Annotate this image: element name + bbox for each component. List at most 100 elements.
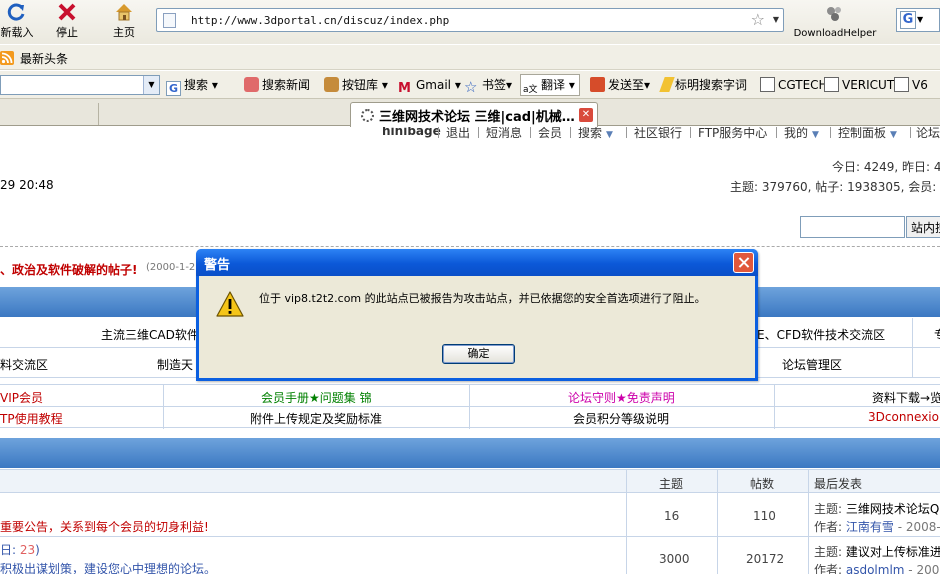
nav-logout[interactable]: 退出 (446, 127, 470, 139)
close-icon[interactable] (733, 252, 754, 273)
google-toolbar: ▼ G 搜索 ▾ 搜索新闻 按钮库 ▾ M Gmail ▾ ☆ 书签▾ a文 翻译 ▾ … (0, 71, 940, 99)
puzzle-icon (324, 77, 339, 92)
tab-forum[interactable]: 三维网技术论坛 三维|cad|机械… ✕ (350, 102, 598, 127)
ok-button[interactable]: 确定 (442, 344, 515, 364)
thread-table-header: 主题 帖数 最后发表 (0, 469, 940, 494)
nav-mine[interactable]: 我的 ▼ (784, 127, 819, 139)
home-icon (114, 2, 134, 22)
bookmark-latest-headlines[interactable]: 最新头条 (20, 50, 68, 67)
forum-search-button[interactable]: 站内搜 (906, 216, 940, 238)
tab-title: 三维网技术论坛 三维|cad|机械… (379, 110, 575, 125)
nav-ftp[interactable]: FTP服务中心 (698, 127, 767, 139)
last-post-topic: 主题: 三维网技术论坛Q( (814, 502, 940, 516)
col-posts: 帖数 (750, 477, 775, 491)
tab-close-icon[interactable]: ✕ (579, 108, 593, 122)
address-dropdown-icon[interactable]: ▼ (773, 15, 779, 24)
board-post-count: 20172 (746, 552, 785, 566)
category-admin[interactable]: 论坛管理区 (782, 356, 842, 373)
magnifier-icon (894, 77, 909, 92)
alert-dialog: 警告 位于 vip8.t2t2.com 的此站点已被报告为攻击站点，并已依据您的… (196, 249, 758, 381)
search-news-button[interactable]: 搜索新闻 (244, 76, 310, 94)
table-row: 重要公告，关系到每个会员的切身利益! 16 110 主题: 三维网技术论坛Q( … (0, 494, 940, 537)
nav-messages[interactable]: 短消息 (486, 127, 522, 139)
link-upload-rules[interactable]: 附件上传规定及奖励标准 (250, 410, 382, 427)
forum-top-nav: hinibage 退出 短消息 会员 搜索 ▼ 社区银行 FTP服务中心 我的 ▼ … (0, 127, 940, 139)
bookmarks-button[interactable]: ☆ 书签▾ (464, 76, 512, 96)
board-suggestion-title[interactable]: 积极出谋划策，建设您心中理想的论坛。 (0, 560, 216, 574)
forum-search-input[interactable] (800, 216, 905, 238)
loading-spinner-icon (361, 109, 374, 122)
nav-bank[interactable]: 社区银行 (634, 127, 682, 139)
v6-button[interactable]: V6 (894, 76, 928, 94)
link-member-handbook[interactable]: 会员手册★问题集 锦 (261, 389, 372, 406)
page-icon (163, 13, 176, 28)
rss-icon (0, 51, 14, 65)
last-post-topic: 主题: 建议对上传标准进 (814, 545, 940, 559)
cgtech-button[interactable]: CGTECH (760, 76, 828, 94)
google-search-box[interactable]: G ▼ (896, 8, 940, 32)
reload-button[interactable]: 新载入 (0, 2, 36, 40)
category-3d-cad[interactable]: 主流三维CAD软件 (101, 326, 199, 343)
board-announcement-title[interactable]: 重要公告，关系到每个会员的切身利益! (0, 518, 209, 535)
button-gallery-button[interactable]: 按钮库 ▾ (324, 76, 388, 94)
bookmark-star-icon[interactable]: ☆ (751, 10, 765, 29)
category-cfd[interactable]: E、CFD软件技术交流区 (757, 326, 885, 343)
stats-totals: 主题: 379760, 帖子: 1938305, 会员: 57 (730, 180, 940, 194)
send-to-button[interactable]: 发送至▾ (590, 76, 650, 94)
address-bar[interactable]: http://www.3dportal.cn/discuz/index.php … (156, 8, 784, 32)
col-last-post: 最后发表 (814, 477, 863, 491)
last-visit-time: 29 20:48 (0, 178, 54, 192)
links-table: VIP会员 会员手册★问题集 锦 论坛守则★免责声明 资料下载→览 TP使用教程… (0, 384, 940, 429)
reload-icon (7, 2, 27, 22)
nav-forum[interactable]: 论坛 (916, 127, 940, 139)
url-text: http://www.3dportal.cn/discuz/index.php (191, 14, 450, 27)
link-ftp-tutorial[interactable]: TP使用教程 (0, 410, 63, 427)
magnifier-icon (824, 77, 839, 92)
google-g-icon: G (900, 11, 916, 29)
link-points-levels[interactable]: 会员积分等级说明 (573, 410, 669, 427)
vericut-button[interactable]: VERICUT (824, 76, 894, 94)
last-post-author: 作者: 江南有雪 - 2008-9 (814, 520, 940, 534)
downloadhelper-icon (826, 6, 844, 22)
gmail-button[interactable]: M Gmail ▾ (398, 76, 461, 96)
google-input-dropdown-icon[interactable]: ▼ (143, 76, 159, 94)
reload-label: 新载入 (0, 26, 34, 39)
link-forum-rules[interactable]: 论坛守则★免责声明 (568, 389, 675, 406)
link-vip[interactable]: VIP会员 (0, 389, 43, 406)
board-topic-count: 16 (664, 509, 680, 523)
notice-text[interactable]: 、政治及软件破解的帖子! (0, 261, 137, 278)
chevron-down-icon: ▼ (812, 130, 819, 139)
bookmarks-bar: 最新头条 (0, 44, 940, 70)
col-topics: 主题 (659, 477, 684, 491)
home-button[interactable]: 主页 (108, 2, 140, 40)
translate-button[interactable]: a文 翻译 ▾ (520, 74, 580, 96)
link-3dconnexion[interactable]: 3Dconnexion (868, 410, 940, 424)
nav-search[interactable]: 搜索 ▼ (578, 127, 613, 139)
category-manufacturing[interactable]: 制造天 (157, 356, 193, 373)
board-post-count: 110 (753, 509, 776, 523)
google-search-button[interactable]: G 搜索 ▾ (166, 76, 218, 96)
alert-title: 警告 (204, 258, 231, 273)
stop-icon (57, 2, 77, 22)
chevron-down-icon: ▼ (890, 130, 897, 139)
google-toolbar-search-input[interactable]: ▼ (0, 75, 160, 95)
google-dropdown-icon[interactable]: ▼ (917, 15, 923, 24)
stop-button[interactable]: 停止 (52, 2, 82, 40)
category-more[interactable]: 专 (934, 326, 940, 343)
board-topic-count: 3000 (659, 552, 690, 566)
board-header-band (0, 438, 940, 468)
alert-titlebar[interactable]: 警告 (196, 249, 758, 276)
nav-username[interactable]: hinibage (382, 127, 441, 138)
link-downloads[interactable]: 资料下载→览 (872, 389, 940, 406)
gmail-icon: M (398, 81, 411, 96)
warning-icon (215, 290, 245, 318)
star-icon: ☆ (464, 78, 478, 96)
category-materials[interactable]: 料交流区 (0, 356, 48, 373)
highlight-button[interactable]: 标明搜索字词 (659, 76, 747, 94)
browser-toolbar: 新载入 停止 主页 http://www.3dportal.cn/discuz/… (0, 0, 940, 44)
nav-control-panel[interactable]: 控制面板 ▼ (838, 127, 897, 139)
magnifier-icon (760, 77, 775, 92)
downloadhelper-button[interactable]: DownloadHelper (792, 4, 878, 39)
last-post-author: 作者: asdolmlm - 2008-9 (814, 563, 940, 574)
nav-members[interactable]: 会员 (538, 127, 562, 139)
